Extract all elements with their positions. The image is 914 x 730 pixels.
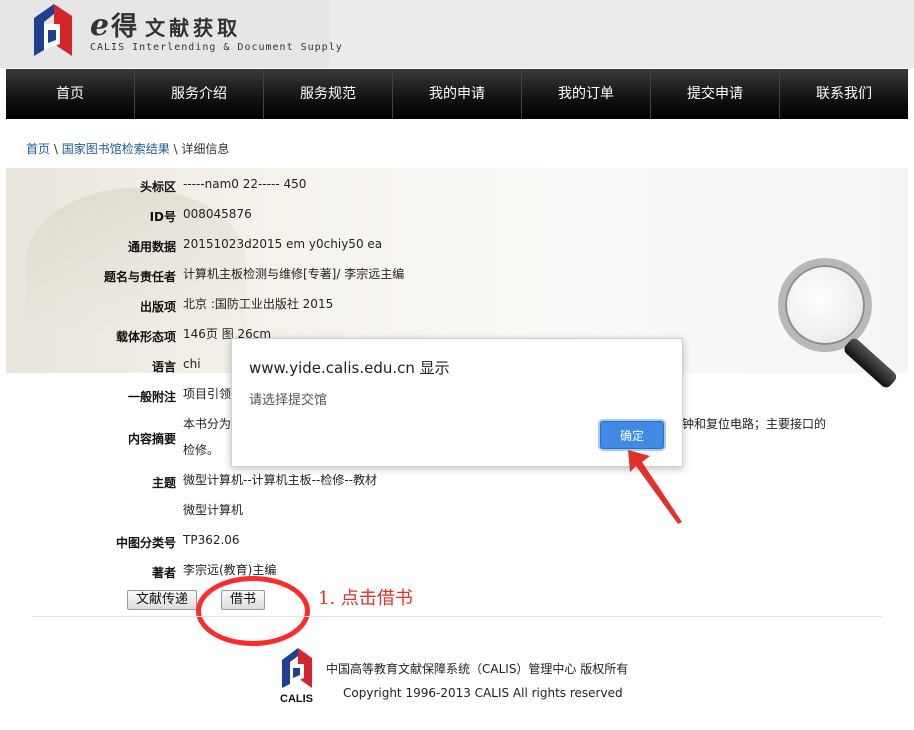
field-label-note: 一般附注	[127, 390, 176, 404]
document-delivery-button[interactable]: 文献传递	[127, 590, 198, 610]
logo-subtitle: CALIS Interlending & Document Supply	[90, 42, 343, 53]
logo-cn: 文献获取	[145, 16, 242, 40]
nav-service-intro[interactable]: 服务介绍	[135, 69, 264, 119]
breadcrumb-results[interactable]: 国家图书馆检索结果	[62, 142, 170, 156]
nav-contact[interactable]: 联系我们	[780, 69, 908, 119]
annotation-circle	[196, 576, 310, 646]
nav-service-rules[interactable]: 服务规范	[264, 69, 393, 119]
nav-home[interactable]: 首页	[6, 69, 135, 119]
field-value-leader: -----nam0 22----- 450	[183, 177, 307, 191]
field-value-id: 008045876	[183, 207, 252, 221]
footer-copyright-en: Copyright 1996-2013 CALIS All rights res…	[343, 686, 623, 700]
nav-my-orders[interactable]: 我的订单	[522, 69, 651, 119]
dialog-title: www.yide.calis.edu.cn 显示	[249, 359, 450, 377]
field-value-author: 李宗远(教育)主编	[183, 563, 277, 577]
field-value-subject-2: 微型计算机	[183, 503, 244, 517]
calis-logo-icon	[34, 4, 72, 56]
footer-calis-logo-icon: CALIS	[280, 648, 313, 705]
field-value-title: 计算机主板检测与维修[专著]/ 李宗远主编	[183, 267, 405, 281]
logo-de: 得	[111, 12, 140, 42]
footer-copyright-cn: 中国高等教育文献保障系统（CALIS）管理中心 版权所有	[326, 662, 629, 676]
site-header: e得 文献获取 CALIS Interlending & Document Sup…	[0, 0, 914, 68]
field-value-subject: 微型计算机--计算机主板--检修--教材	[183, 473, 377, 487]
field-label-publication: 出版项	[139, 300, 176, 314]
breadcrumb-current: 详细信息	[181, 142, 230, 156]
field-value-classification: TP362.06	[183, 533, 240, 547]
field-label-general-data: 通用数据	[127, 240, 176, 254]
field-label-abstract: 内容摘要	[127, 432, 176, 446]
annotation-text: 1. 点击借书	[318, 588, 413, 609]
field-label-author: 著者	[151, 566, 176, 580]
field-label-language: 语言	[151, 360, 176, 374]
breadcrumb-separator: \	[169, 142, 182, 156]
footer-logo-text: CALIS	[280, 693, 313, 705]
logo-title: e得 文献获取	[90, 6, 241, 43]
field-label-subject: 主题	[151, 476, 176, 490]
nav-submit-request[interactable]: 提交申请	[651, 69, 780, 119]
field-label-id: ID号	[149, 210, 176, 224]
breadcrumb-home[interactable]: 首页	[26, 142, 50, 156]
dialog-message: 请选择提交馆	[249, 393, 328, 408]
field-label-classification: 中图分类号	[115, 536, 176, 550]
nav-my-requests[interactable]: 我的申请	[393, 69, 522, 119]
field-label-physical: 载体形态项	[115, 330, 176, 344]
logo-e: e	[90, 8, 112, 43]
field-value-general-data: 20151023d2015 em y0chiy50 ea	[183, 237, 383, 251]
main-nav: 首页 服务介绍 服务规范 我的申请 我的订单 提交申请 联系我们	[6, 69, 908, 119]
field-value-publication: 北京 :国防工业出版社 2015	[183, 297, 334, 311]
field-value-abstract-cont: 钟和复位电路；主要接口的	[682, 417, 827, 431]
field-label-leader: 头标区	[139, 180, 176, 194]
breadcrumb: 首页 \ 国家图书馆检索结果 \ 详细信息	[26, 140, 229, 157]
annotation-arrow-icon	[628, 450, 682, 524]
alert-dialog: www.yide.calis.edu.cn 显示 请选择提交馆 确定	[231, 338, 683, 467]
breadcrumb-separator: \	[50, 142, 62, 156]
field-label-title: 题名与责任者	[103, 270, 176, 284]
footer-divider	[32, 616, 882, 617]
